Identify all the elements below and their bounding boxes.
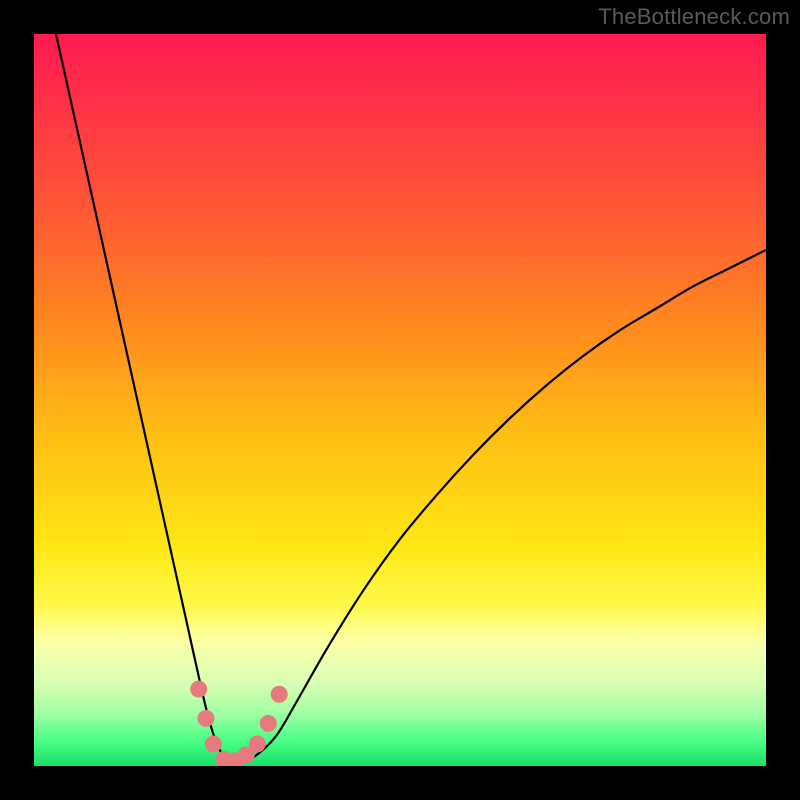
curve-marker [271,686,288,703]
curve-marker [198,710,215,727]
curve-marker [205,736,222,753]
plot-area [34,34,766,766]
bottleneck-chart [34,34,766,766]
curve-marker [190,681,207,698]
curve-marker [260,715,277,732]
curve-marker [249,736,266,753]
watermark-text: TheBottleneck.com [598,4,790,30]
gradient-background [34,34,766,766]
outer-frame: TheBottleneck.com [0,0,800,800]
